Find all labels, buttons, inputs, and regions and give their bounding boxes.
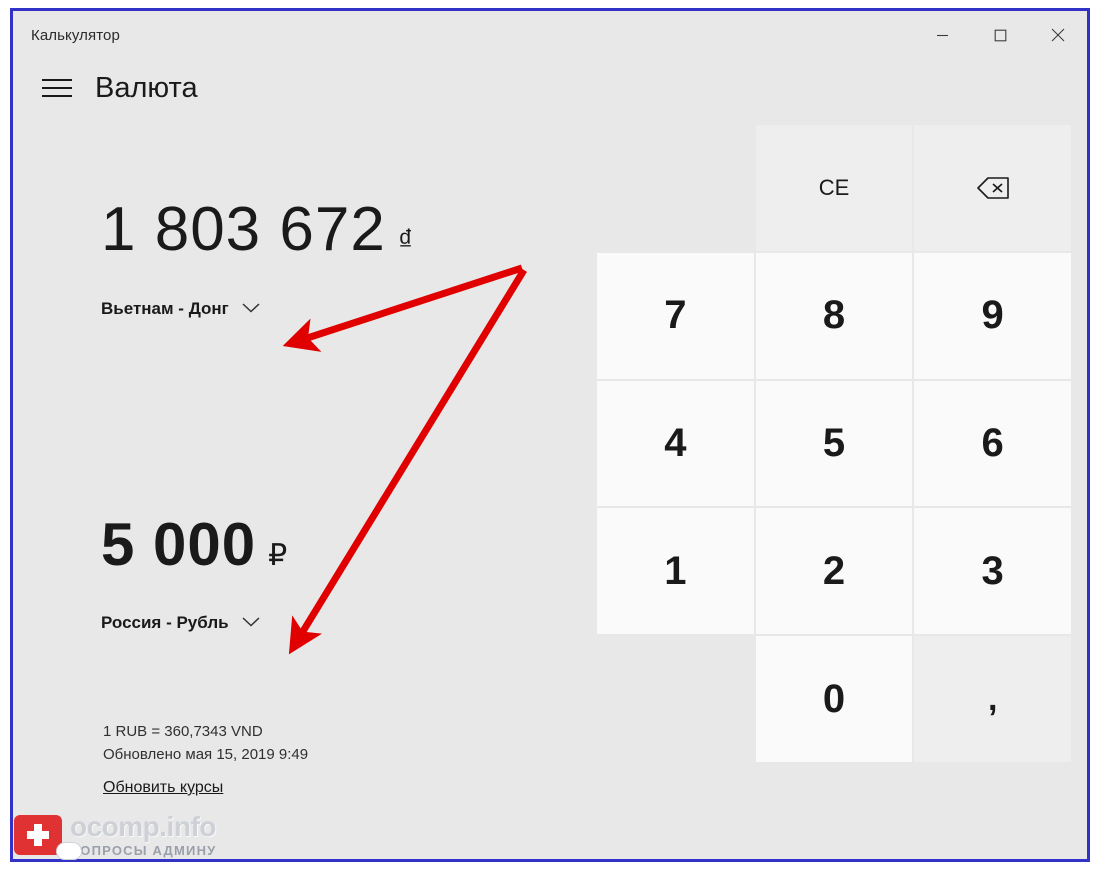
to-currency-symbol: ₽ [268,539,288,572]
to-value-display[interactable]: 5 000 ₽ [101,515,287,575]
window-title: Калькулятор [31,26,120,44]
from-value-display[interactable]: 1 803 672 ₫ [101,199,413,261]
hamburger-line [42,95,72,97]
hamburger-icon[interactable] [35,69,79,107]
hamburger-line [42,87,72,89]
digit-7-button[interactable]: 7 [597,252,754,379]
chevron-down-icon [241,613,261,633]
numeric-keypad: CE 7 8 9 4 5 6 1 2 3 0 , [597,125,1071,762]
digit-4-button[interactable]: 4 [597,380,754,507]
digit-5-button[interactable]: 5 [755,380,913,507]
digit-1-button[interactable]: 1 [597,508,754,635]
updated-timestamp: Обновлено мая 15, 2019 9:49 [103,745,309,763]
keypad-empty-cell [597,636,754,762]
watermark-site: ocomp.info [70,811,216,842]
calculator-window: Калькулятор Валюта 1 803 672 ₫ Вьетнам -… [10,8,1090,862]
watermark: ocomp.info ВОПРОСЫ АДМИНУ [14,806,264,864]
digit-9-button[interactable]: 9 [914,252,1071,379]
converter-to-block: 5 000 ₽ Россия - Рубль [101,515,287,633]
window-controls [913,11,1087,59]
maximize-button[interactable] [971,11,1029,59]
clear-entry-button[interactable]: CE [755,125,913,251]
from-amount: 1 803 672 [101,195,386,264]
chevron-down-icon [241,299,261,319]
watermark-tagline: ВОПРОСЫ АДМИНУ [70,843,217,858]
close-button[interactable] [1029,11,1087,59]
from-currency-symbol: ₫ [397,224,414,257]
minimize-icon [936,34,948,36]
from-currency-selector[interactable]: Вьетнам - Донг [101,299,413,319]
app-header: Валюта [13,59,1087,117]
refresh-rates-link[interactable]: Обновить курсы [103,779,223,797]
page-title: Валюта [95,71,198,104]
maximize-icon [994,29,1006,41]
digit-3-button[interactable]: 3 [914,508,1071,635]
mouse-icon [56,842,82,860]
exchange-rate-line: 1 RUB = 360,7343 VND [103,723,263,740]
watermark-text: ocomp.info ВОПРОСЫ АДМИНУ [70,811,217,858]
converter-panel: 1 803 672 ₫ Вьетнам - Донг 5 000 ₽ Росси… [13,117,573,859]
decimal-separator-button[interactable]: , [914,636,1071,762]
digit-6-button[interactable]: 6 [914,380,1071,507]
digit-8-button[interactable]: 8 [755,252,913,379]
to-currency-label: Россия - Рубль [101,613,229,632]
rate-info: 1 RUB = 360,7343 VND Обновлено мая 15, 2… [103,721,308,766]
converter-from-block: 1 803 672 ₫ Вьетнам - Донг [101,199,413,319]
digit-2-button[interactable]: 2 [755,508,913,635]
title-bar: Калькулятор [13,11,1087,59]
hamburger-line [42,79,72,81]
app-body: 1 803 672 ₫ Вьетнам - Донг 5 000 ₽ Росси… [13,117,1087,859]
close-icon [1051,28,1065,42]
backspace-icon [976,177,1009,199]
first-aid-kit-icon [14,815,62,855]
to-amount: 5 000 [101,511,257,578]
to-currency-selector[interactable]: Россия - Рубль [101,613,287,633]
screenshot-root: Калькулятор Валюта 1 803 672 ₫ Вьетнам -… [0,0,1100,870]
backspace-button[interactable] [914,125,1071,251]
minimize-button[interactable] [913,11,971,59]
digit-0-button[interactable]: 0 [755,636,913,762]
from-currency-label: Вьетнам - Донг [101,299,229,318]
